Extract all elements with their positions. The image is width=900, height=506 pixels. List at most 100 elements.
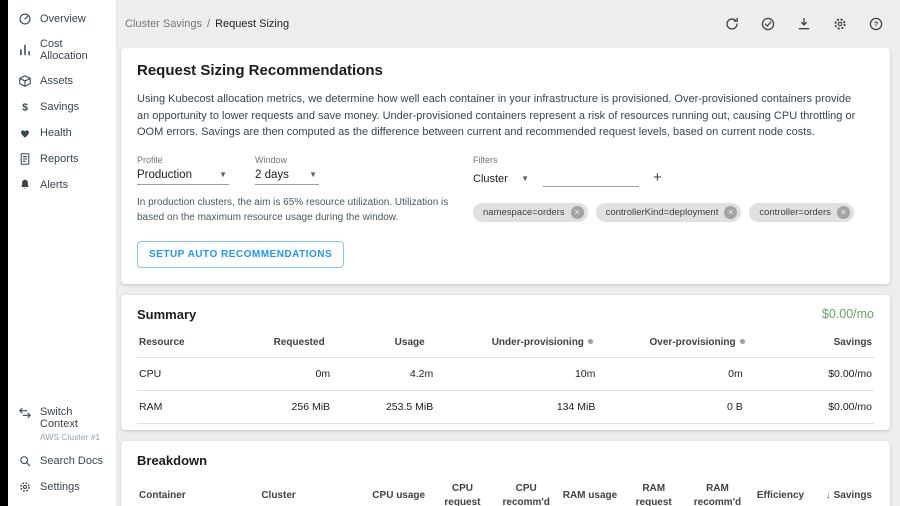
cell-usage: 253.5 MiB bbox=[358, 391, 461, 424]
breadcrumb: Cluster Savings / Request Sizing bbox=[125, 18, 289, 30]
filter-chip[interactable]: controllerKind=deployment ✕ bbox=[596, 203, 742, 222]
cell-requested: 0m bbox=[240, 358, 358, 391]
sidebar-item-switch-context[interactable]: Switch Context AWS Cluster #1 bbox=[8, 400, 116, 448]
profile-value: Production bbox=[137, 169, 192, 181]
sidebar-item-label: Assets bbox=[40, 75, 73, 87]
remove-chip-icon[interactable]: ✕ bbox=[724, 206, 737, 219]
search-icon bbox=[18, 454, 32, 468]
settings-gear-icon[interactable] bbox=[832, 16, 848, 32]
cell-under: 10m bbox=[461, 358, 623, 391]
window-edge-strip bbox=[0, 0, 8, 506]
sidebar-item-reports[interactable]: Reports bbox=[8, 146, 116, 172]
cell-resource: RAM bbox=[137, 391, 240, 424]
col-over-label: Over-provisioning bbox=[650, 337, 736, 348]
current-context-label: AWS Cluster #1 bbox=[40, 432, 106, 442]
total-savings-value: $0.00/mo bbox=[822, 307, 874, 321]
breakdown-table: Container Cluster CPU usage CPU request … bbox=[137, 472, 874, 506]
info-dot-icon[interactable] bbox=[740, 339, 745, 344]
col-usage: Usage bbox=[358, 326, 461, 358]
sidebar-item-overview[interactable]: Overview bbox=[8, 6, 116, 32]
breakdown-title: Breakdown bbox=[137, 453, 207, 468]
setup-auto-recommendations-button[interactable]: SETUP AUTO RECOMMENDATIONS bbox=[137, 241, 344, 268]
controls-row: Profile Production ▼ Window 2 days bbox=[137, 155, 874, 268]
col-over-provisioning: Over-provisioning bbox=[623, 326, 770, 358]
remove-chip-icon[interactable]: ✕ bbox=[571, 206, 584, 219]
cell-savings: $0.00/mo bbox=[771, 358, 874, 391]
sort-desc-icon: ↓ bbox=[826, 490, 831, 501]
window-select[interactable]: 2 days ▼ bbox=[255, 168, 319, 185]
profile-select[interactable]: Production ▼ bbox=[137, 168, 229, 185]
help-icon[interactable]: ? bbox=[868, 16, 884, 32]
chevron-down-icon: ▼ bbox=[309, 170, 317, 179]
filters-label: Filters bbox=[473, 155, 874, 165]
col-cpu-usage[interactable]: CPU usage bbox=[367, 472, 431, 506]
profile-select-field: Profile Production ▼ bbox=[137, 155, 229, 185]
sidebar-item-label: Settings bbox=[40, 481, 80, 493]
col-ram-request[interactable]: RAM request bbox=[622, 472, 686, 506]
sidebar-item-label: Overview bbox=[40, 13, 86, 25]
sidebar-item-assets[interactable]: Assets bbox=[8, 68, 116, 94]
sidebar-item-savings[interactable]: $ Savings bbox=[8, 94, 116, 120]
breakdown-card: Breakdown Container Cluster CPU usage CP… bbox=[121, 441, 890, 506]
window-value: 2 days bbox=[255, 169, 289, 181]
topbar: Cluster Savings / Request Sizing ? bbox=[117, 0, 900, 48]
filter-chip-label: controllerKind=deployment bbox=[606, 207, 719, 218]
profile-window-column: Profile Production ▼ Window 2 days bbox=[137, 155, 455, 268]
sidebar-item-cost-allocation[interactable]: Cost Allocation bbox=[8, 32, 116, 68]
chevron-down-icon: ▼ bbox=[521, 174, 529, 183]
col-cpu-recommended[interactable]: CPU recomm'd bbox=[494, 472, 558, 506]
cell-over: 0 B bbox=[623, 391, 770, 424]
bar-chart-icon bbox=[18, 43, 32, 57]
page-title: Request Sizing Recommendations bbox=[137, 62, 874, 79]
filter-type-value: Cluster bbox=[473, 173, 508, 185]
dollar-icon: $ bbox=[18, 100, 32, 114]
add-filter-button[interactable]: + bbox=[651, 170, 664, 187]
sidebar-item-alerts[interactable]: Alerts bbox=[8, 172, 116, 198]
filter-type-select[interactable]: Cluster ▼ bbox=[473, 172, 531, 187]
app-window: Overview Cost Allocation Assets $ Saving… bbox=[0, 0, 900, 506]
breadcrumb-parent-link[interactable]: Cluster Savings bbox=[125, 18, 202, 30]
col-savings-sortable[interactable]: ↓Savings bbox=[812, 472, 874, 506]
sidebar-item-settings[interactable]: Settings bbox=[8, 474, 116, 500]
filter-chip-label: namespace=orders bbox=[483, 207, 565, 218]
sidebar-item-label: Savings bbox=[40, 101, 79, 113]
sidebar-item-health[interactable]: Health bbox=[8, 120, 116, 146]
download-icon[interactable] bbox=[796, 16, 812, 32]
main-area: Cluster Savings / Request Sizing ? bbox=[117, 0, 900, 506]
summary-row-ram: RAM 256 MiB 253.5 MiB 134 MiB 0 B $0.00/… bbox=[137, 391, 874, 424]
remove-chip-icon[interactable]: ✕ bbox=[837, 206, 850, 219]
svg-text:$: $ bbox=[22, 102, 28, 114]
info-dot-icon[interactable] bbox=[588, 339, 593, 344]
profile-note: In production clusters, the aim is 65% r… bbox=[137, 195, 455, 225]
cell-over: 0m bbox=[623, 358, 770, 391]
filter-chip[interactable]: namespace=orders ✕ bbox=[473, 203, 588, 222]
check-circle-icon[interactable] bbox=[760, 16, 776, 32]
health-heart-icon bbox=[18, 126, 32, 140]
col-cluster[interactable]: Cluster bbox=[259, 472, 367, 506]
filter-chip[interactable]: controller=orders ✕ bbox=[749, 203, 854, 222]
sidebar-item-label: Cost Allocation bbox=[40, 38, 106, 62]
col-cpu-request[interactable]: CPU request bbox=[431, 472, 495, 506]
chevron-down-icon: ▼ bbox=[219, 170, 227, 179]
summary-header-row: Resource Requested Usage Under-provision… bbox=[137, 326, 874, 358]
summary-row-cpu: CPU 0m 4.2m 10m 0m $0.00/mo bbox=[137, 358, 874, 391]
breadcrumb-current: Request Sizing bbox=[215, 18, 289, 30]
page-description: Using Kubecost allocation metrics, we de… bbox=[137, 91, 859, 141]
filter-value-input[interactable] bbox=[543, 169, 639, 187]
col-ram-usage[interactable]: RAM usage bbox=[558, 472, 622, 506]
col-ram-recommended[interactable]: RAM recomm'd bbox=[686, 472, 750, 506]
cell-usage: 4.2m bbox=[358, 358, 461, 391]
bell-icon bbox=[18, 178, 32, 192]
refresh-icon[interactable] bbox=[724, 16, 740, 32]
summary-title: Summary bbox=[137, 307, 196, 322]
breadcrumb-separator: / bbox=[207, 18, 210, 30]
switch-context-text: Switch Context AWS Cluster #1 bbox=[40, 406, 106, 442]
col-container[interactable]: Container bbox=[137, 472, 259, 506]
filters-column: Filters Cluster ▼ + namespace=orders bbox=[473, 155, 874, 268]
window-label: Window bbox=[255, 155, 319, 165]
col-efficiency[interactable]: Efficiency bbox=[749, 472, 811, 506]
topbar-actions: ? bbox=[724, 16, 884, 32]
cell-under: 134 MiB bbox=[461, 391, 623, 424]
sidebar-item-search-docs[interactable]: Search Docs bbox=[8, 448, 116, 474]
col-savings: Savings bbox=[771, 326, 874, 358]
